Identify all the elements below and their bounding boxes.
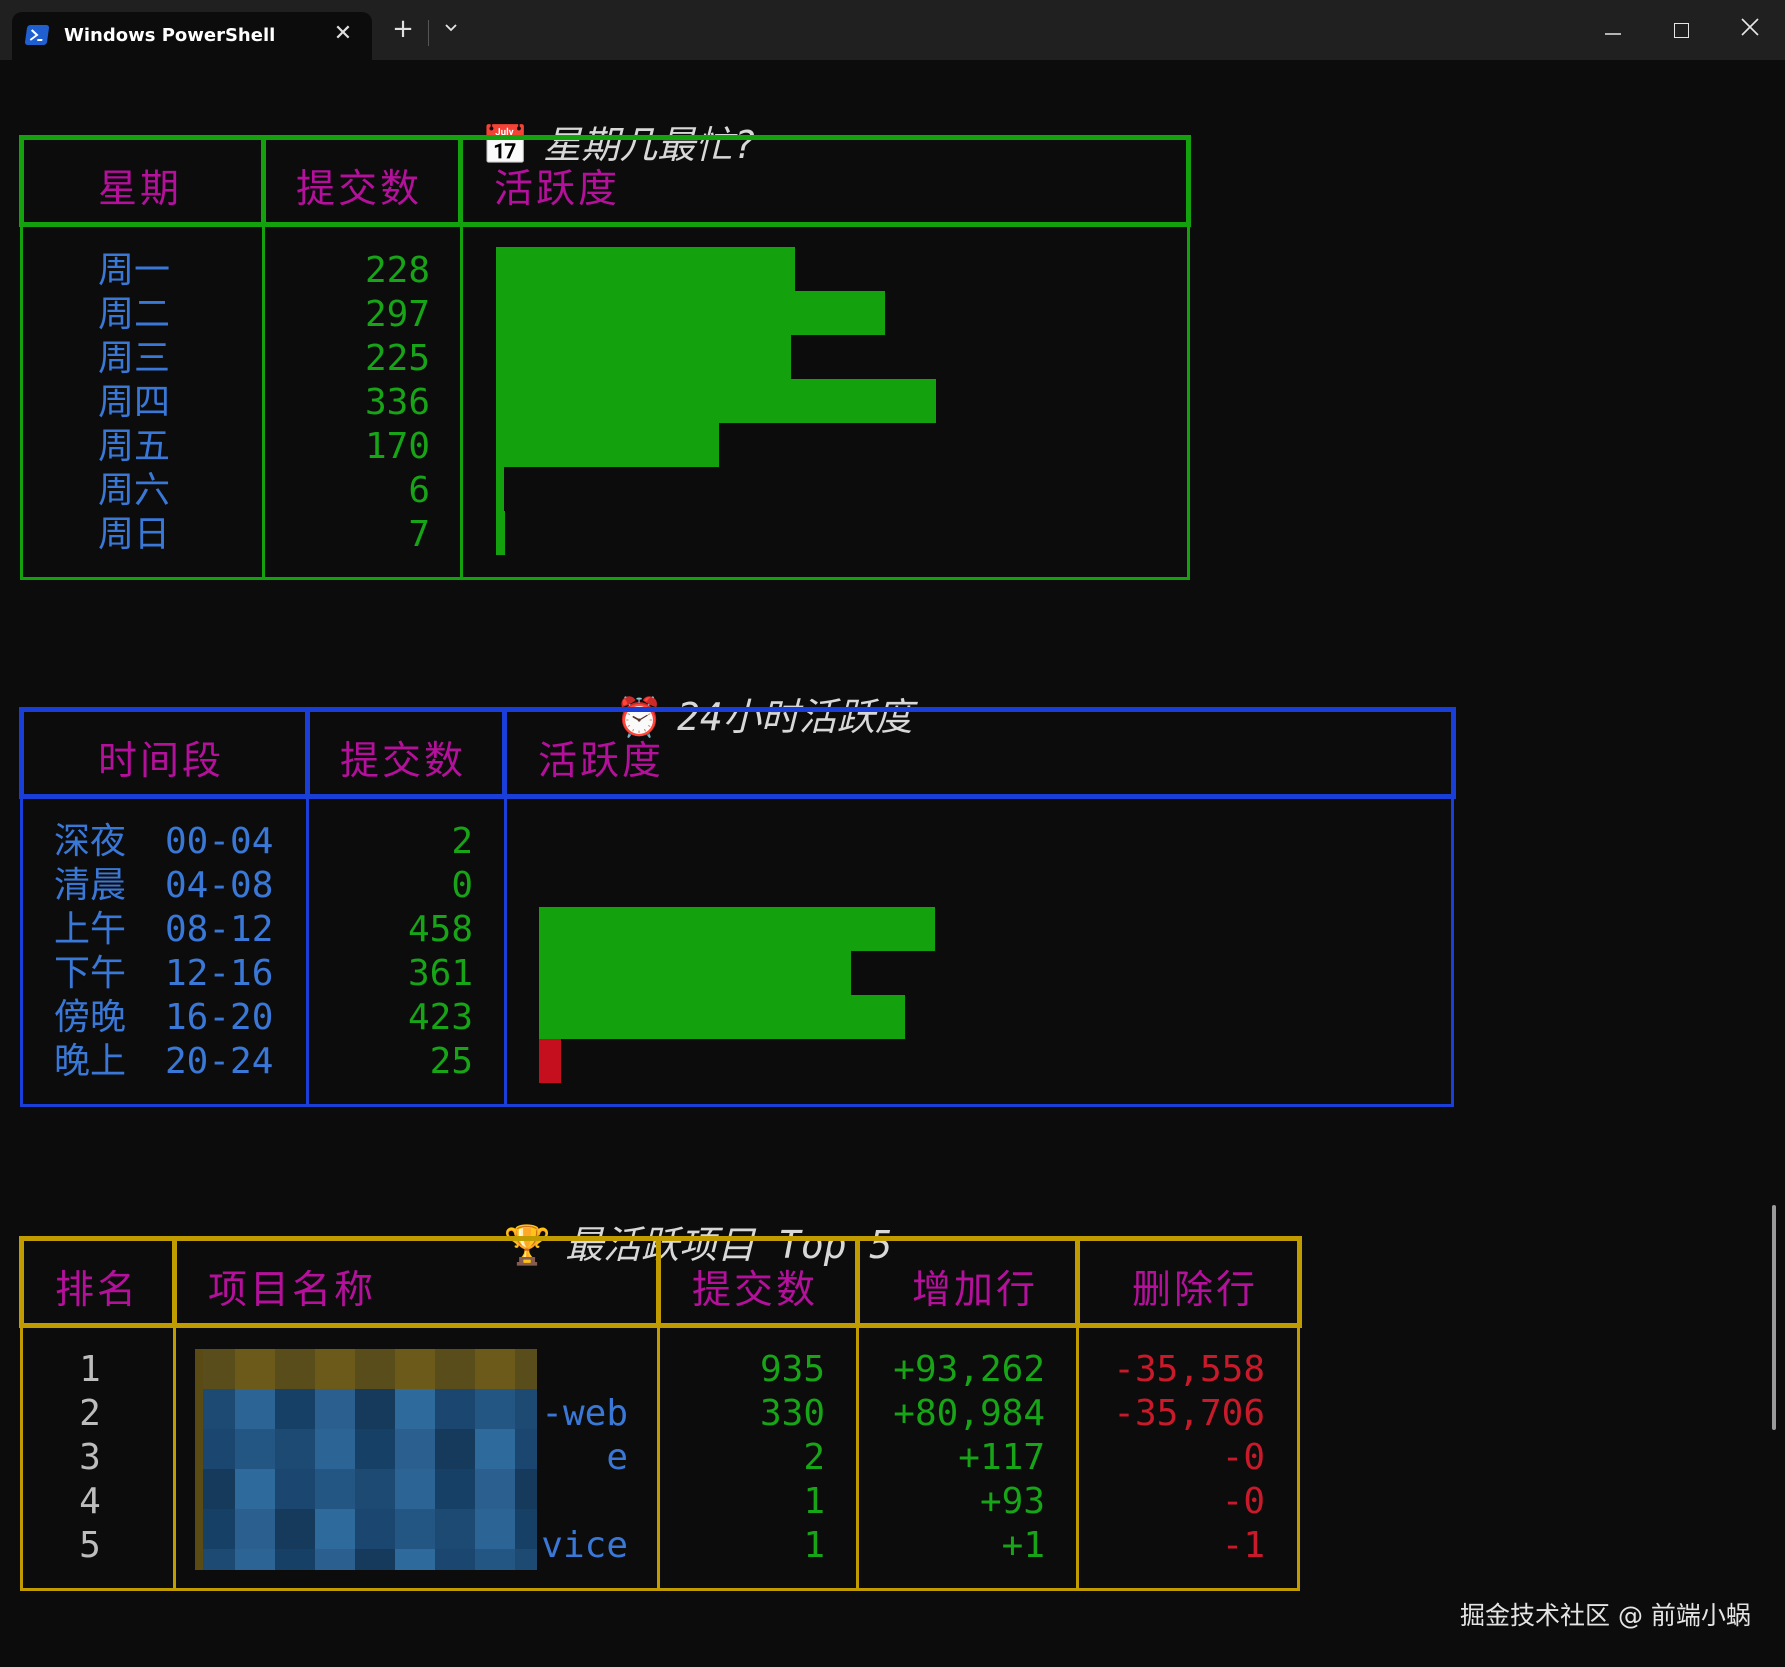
project-commit-count: 1 [803, 1481, 825, 1522]
project-lines-deleted: -35,706 [1113, 1393, 1265, 1434]
project-name: e [606, 1437, 628, 1478]
redaction-pixel [355, 1349, 395, 1389]
project-lines-deleted: -0 [1221, 1481, 1265, 1522]
redaction-pixel [315, 1349, 355, 1389]
projects-header-added: 增加行 [912, 1268, 1039, 1313]
hourly-activity-bar [539, 907, 935, 951]
project-lines-deleted: -1 [1221, 1525, 1265, 1566]
project-lines-added: +1 [1001, 1525, 1045, 1566]
scrollbar[interactable] [1772, 1205, 1776, 1430]
redaction-pixel [515, 1349, 537, 1389]
projects-body-divider [657, 1328, 660, 1591]
project-name: -web [541, 1393, 628, 1434]
projects-header-rank: 排名 [55, 1268, 140, 1313]
redaction-pixel [475, 1349, 515, 1389]
redaction-pixel [235, 1509, 275, 1549]
projects-body-divider [856, 1328, 859, 1591]
projects-header-divider [656, 1236, 661, 1328]
watermark: 掘金技术社区 @ 前端小蜗 [1460, 1601, 1751, 1630]
hourly-activity-bar [539, 1039, 561, 1083]
project-rank: 2 [79, 1393, 101, 1434]
redaction-pixel [235, 1429, 275, 1469]
projects-header-divider [1075, 1236, 1080, 1328]
project-lines-added: +80,984 [893, 1393, 1045, 1434]
redaction-pixel [235, 1349, 275, 1389]
project-lines-deleted: -35,558 [1113, 1349, 1265, 1390]
projects-header-name: 项目名称 [208, 1268, 377, 1313]
project-rank: 3 [79, 1437, 101, 1478]
projects-header-deleted: 删除行 [1132, 1268, 1259, 1313]
projects-header-commits: 提交数 [692, 1268, 819, 1313]
project-lines-added: +93 [979, 1481, 1045, 1522]
project-commit-count: 2 [803, 1437, 825, 1478]
projects-header-divider [855, 1236, 860, 1328]
project-commit-count: 935 [759, 1349, 825, 1390]
redaction-pixel [435, 1349, 475, 1389]
redaction-pixel [195, 1349, 203, 1570]
redaction-pixel [235, 1549, 275, 1570]
redaction-pixel [235, 1389, 275, 1429]
projects-body-divider [1076, 1328, 1079, 1591]
project-lines-added: +93,262 [893, 1349, 1045, 1390]
project-rank: 4 [79, 1481, 101, 1522]
project-lines-deleted: -0 [1221, 1437, 1265, 1478]
redaction-pixel [275, 1349, 315, 1389]
hourly-activity-bar [539, 995, 905, 1039]
redaction-pixel [235, 1469, 275, 1509]
projects-header-divider [172, 1236, 177, 1328]
project-name: vice [541, 1525, 628, 1566]
redaction-pixel [395, 1349, 435, 1389]
projects-body-divider [173, 1328, 176, 1591]
hourly-activity-bar [539, 951, 851, 995]
project-commit-count: 1 [803, 1525, 825, 1566]
project-rank: 5 [79, 1525, 101, 1566]
project-commit-count: 330 [759, 1393, 825, 1434]
project-rank: 1 [79, 1349, 101, 1390]
project-lines-added: +117 [958, 1437, 1045, 1478]
